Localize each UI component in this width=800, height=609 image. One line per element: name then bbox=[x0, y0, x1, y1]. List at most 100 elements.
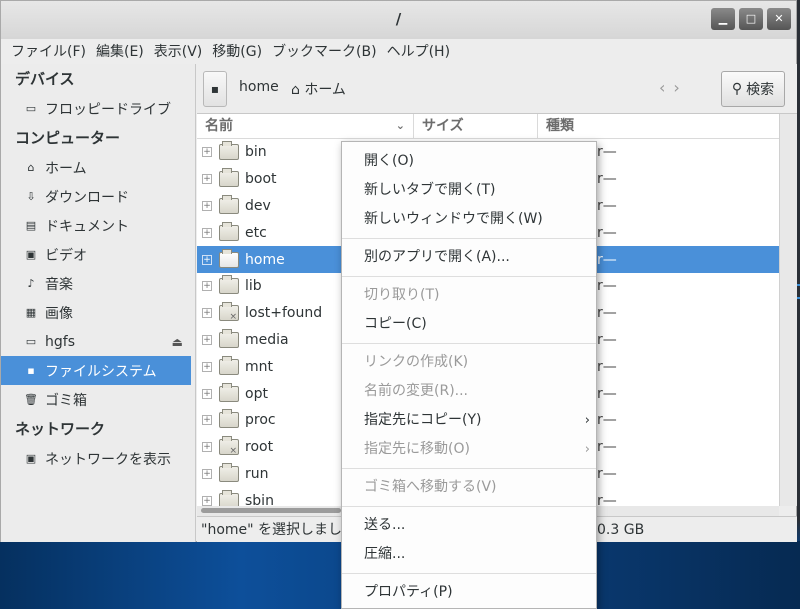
expand-icon[interactable]: + bbox=[202, 388, 212, 399]
folder-icon bbox=[219, 275, 239, 295]
vertical-scrollbar[interactable] bbox=[779, 114, 797, 506]
folder-icon bbox=[219, 248, 239, 268]
scrollbar-thumb[interactable] bbox=[201, 508, 341, 513]
expand-icon[interactable]: + bbox=[202, 361, 212, 372]
search-label: 検索 bbox=[746, 82, 775, 98]
expand-icon[interactable]: + bbox=[202, 442, 212, 453]
folder-icon bbox=[219, 328, 239, 348]
expand-icon[interactable]: + bbox=[202, 254, 212, 265]
sidebar-item-label: 画像 bbox=[45, 305, 73, 322]
column-header-type[interactable]: 種類 bbox=[538, 114, 779, 138]
expand-icon[interactable]: + bbox=[202, 495, 212, 506]
context-menu-item: リンクの作成(K) bbox=[342, 348, 596, 377]
drive-icon: ▪ bbox=[210, 82, 220, 96]
menu-item-label: プロパティ(P) bbox=[364, 584, 453, 600]
sidebar-item-label: ネットワークを表示 bbox=[45, 451, 171, 468]
expand-icon[interactable]: + bbox=[202, 147, 212, 158]
menu-item-label: 指定先にコピー(Y) bbox=[364, 412, 482, 428]
breadcrumb-home-text[interactable]: home bbox=[239, 79, 279, 95]
trash-icon: 🗑 bbox=[24, 393, 38, 406]
breadcrumb-label: ホーム bbox=[304, 82, 346, 98]
file-name: lib bbox=[245, 278, 262, 295]
sidebar-item-trash[interactable]: 🗑 ゴミ箱 bbox=[1, 385, 195, 414]
sidebar-item-label: フロッピードライブ bbox=[45, 101, 171, 118]
context-menu-item[interactable]: 指定先にコピー(Y) › bbox=[342, 406, 596, 435]
menu-file[interactable]: ファイル(F) bbox=[7, 41, 92, 61]
file-name: home bbox=[245, 251, 285, 268]
sidebar-item-label: ファイルシステム bbox=[45, 363, 157, 380]
expand-icon[interactable]: + bbox=[202, 281, 212, 292]
menu-item-label: コピー(C) bbox=[364, 316, 427, 332]
maximize-button[interactable]: □ bbox=[739, 8, 763, 30]
column-header-row: 名前 ⌄ サイズ 種類 bbox=[197, 114, 779, 139]
sidebar-item-music[interactable]: ♪ 音楽 bbox=[1, 269, 195, 298]
context-menu-item[interactable]: 別のアプリで開く(A)... bbox=[342, 243, 596, 272]
file-type: r— bbox=[597, 305, 617, 322]
menu-help[interactable]: ヘルプ(H) bbox=[383, 41, 456, 61]
menu-go[interactable]: 移動(G) bbox=[208, 41, 268, 61]
sidebar-header-network: ネットワーク bbox=[15, 420, 106, 438]
expand-icon[interactable]: + bbox=[202, 468, 212, 479]
sidebar-item-network[interactable]: ▣ ネットワークを表示 bbox=[1, 444, 195, 473]
column-header-name[interactable]: 名前 ⌄ bbox=[197, 114, 414, 138]
file-name: etc bbox=[245, 224, 267, 241]
sidebar-item-label: ビデオ bbox=[45, 247, 87, 264]
scroll-left-icon[interactable]: ‹ bbox=[659, 78, 673, 97]
sidebar-item-downloads[interactable]: ⇩ ダウンロード bbox=[1, 182, 195, 211]
file-name: root bbox=[245, 439, 274, 456]
file-type: r— bbox=[597, 412, 617, 429]
scroll-right-icon[interactable]: › bbox=[673, 78, 687, 97]
expand-icon[interactable]: + bbox=[202, 200, 212, 211]
file-name: lost+found bbox=[245, 305, 323, 322]
sidebar-item-label: ドキュメント bbox=[45, 218, 129, 235]
sidebar-item-documents[interactable]: ▤ ドキュメント bbox=[1, 211, 195, 240]
context-menu-item[interactable]: 新しいタブで開く(T) bbox=[342, 176, 596, 205]
expand-icon[interactable]: + bbox=[202, 227, 212, 238]
menu-item-label: 切り取り(T) bbox=[364, 287, 440, 303]
context-menu-item[interactable]: 送る... bbox=[342, 511, 596, 540]
context-menu-item[interactable]: 開く(O) bbox=[342, 147, 596, 176]
menu-item-label: 送る... bbox=[364, 517, 406, 533]
sidebar-item-floppy[interactable]: ▭ フロッピードライブ bbox=[1, 94, 195, 123]
context-menu-item[interactable]: 圧縮... bbox=[342, 540, 596, 569]
context-menu-item[interactable]: 新しいウィンドウで開く(W) bbox=[342, 205, 596, 234]
folder-icon bbox=[219, 489, 239, 506]
home-folder-icon: ⌂ bbox=[27, 161, 35, 174]
path-root-button[interactable]: ▪ bbox=[203, 71, 227, 107]
sidebar-item-hgfs[interactable]: ▭ hgfs ⏏ bbox=[1, 327, 195, 356]
search-icon: ⚲ bbox=[731, 81, 743, 97]
menu-view[interactable]: 表示(V) bbox=[150, 41, 209, 61]
expand-icon[interactable]: + bbox=[202, 308, 212, 319]
menu-separator bbox=[342, 468, 596, 469]
sidebar-item-home[interactable]: ⌂ ホーム bbox=[1, 153, 195, 182]
context-menu-item: 名前の変更(R)... bbox=[342, 377, 596, 406]
expand-icon[interactable]: + bbox=[202, 174, 212, 185]
path-scroll-arrows[interactable]: ‹› bbox=[659, 78, 688, 97]
folder-icon bbox=[219, 462, 239, 482]
file-name: run bbox=[245, 465, 269, 482]
folder-icon bbox=[219, 382, 239, 402]
menu-edit[interactable]: 編集(E) bbox=[92, 41, 150, 61]
sidebar-item-filesystem[interactable]: ▪ ファイルシステム bbox=[1, 356, 191, 385]
menu-bookmarks[interactable]: ブックマーク(B) bbox=[268, 41, 383, 61]
breadcrumb-home[interactable]: ⌂ ホーム bbox=[291, 79, 346, 99]
sidebar-item-pictures[interactable]: ▦ 画像 bbox=[1, 298, 195, 327]
search-button[interactable]: ⚲ 検索 bbox=[721, 71, 785, 107]
sidebar: デバイス ▭ フロッピードライブ コンピューター ⌂ ホーム ⇩ ダウンロード … bbox=[1, 64, 196, 542]
folder-icon bbox=[219, 221, 239, 241]
titlebar[interactable]: / ▁ □ ✕ bbox=[1, 1, 796, 39]
context-menu-item[interactable]: コピー(C) bbox=[342, 310, 596, 339]
expand-icon[interactable]: + bbox=[202, 334, 212, 345]
close-button[interactable]: ✕ bbox=[767, 8, 791, 30]
expand-icon[interactable]: + bbox=[202, 415, 212, 426]
menu-item-label: 名前の変更(R)... bbox=[364, 383, 469, 399]
context-menu-item[interactable]: プロパティ(P) bbox=[342, 578, 596, 607]
window-title: / bbox=[395, 10, 402, 28]
column-header-size[interactable]: サイズ bbox=[414, 114, 538, 138]
eject-icon[interactable]: ⏏ bbox=[172, 335, 183, 349]
file-type: r— bbox=[597, 171, 617, 188]
minimize-button[interactable]: ▁ bbox=[711, 8, 735, 30]
file-name: media bbox=[245, 331, 289, 348]
menu-item-label: 新しいウィンドウで開く(W) bbox=[364, 211, 543, 227]
sidebar-item-videos[interactable]: ▣ ビデオ bbox=[1, 240, 195, 269]
